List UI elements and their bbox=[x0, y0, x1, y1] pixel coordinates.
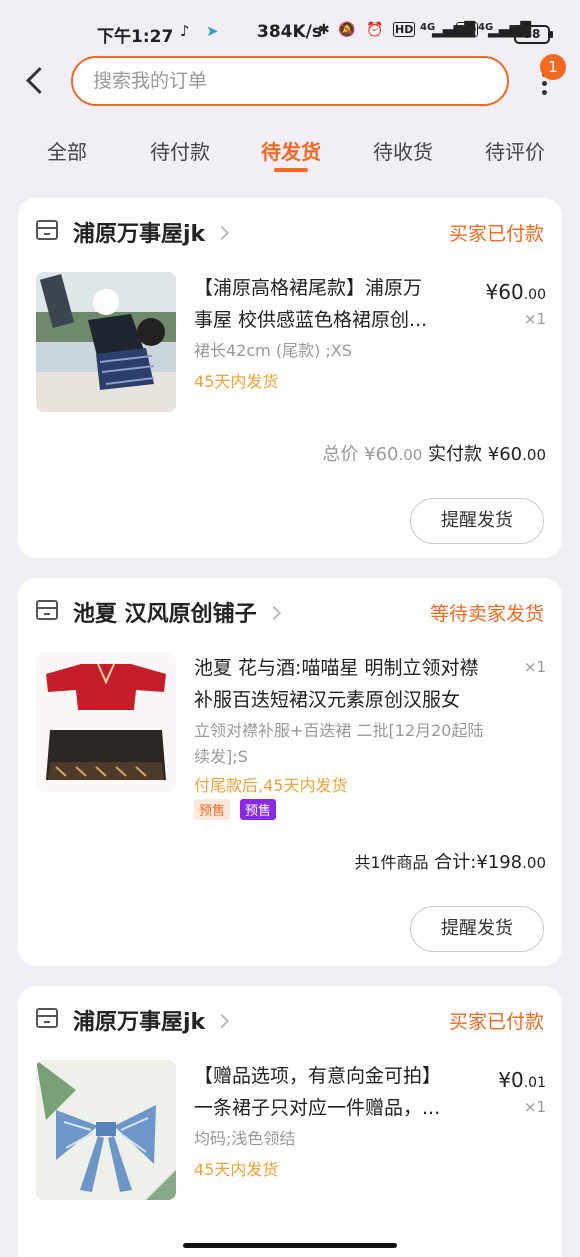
store-name: 浦原万事屋jk bbox=[73, 222, 206, 247]
product-image[interactable] bbox=[36, 1060, 176, 1200]
tab-all[interactable]: 全部 bbox=[47, 136, 87, 165]
chevron-right-icon bbox=[215, 225, 230, 241]
store-icon bbox=[36, 220, 58, 240]
store-name-link[interactable]: 浦原万事屋jk bbox=[73, 1004, 230, 1036]
chevron-right-icon bbox=[215, 1013, 230, 1029]
product-title[interactable]: 【浦原高格裙尾款】浦原万 事屋 校供感蓝色格裙原创... bbox=[194, 272, 427, 336]
status-time: 下午1:27 bbox=[97, 27, 174, 47]
tab-pending-shipment[interactable]: 待发货 bbox=[261, 136, 321, 165]
product-sku-line2: 续发];S bbox=[194, 747, 248, 766]
total-price: ¥60.00 bbox=[364, 444, 422, 465]
tab-pending-payment[interactable]: 待付款 bbox=[150, 136, 210, 165]
total-dec: .00 bbox=[522, 854, 546, 872]
order-status: 等待卖家发货 bbox=[429, 603, 544, 625]
order-card[interactable]: 浦原万事屋jk 买家已付款 【赠品选项，有意向金可拍】 一条裙子只对应一件赠品，… bbox=[18, 986, 562, 1257]
search-box[interactable] bbox=[71, 56, 509, 106]
order-tabs: 全部 待付款 待发货 待收货 待评价 bbox=[0, 128, 580, 178]
presale-tag: 预售 bbox=[194, 799, 231, 820]
back-icon[interactable] bbox=[20, 62, 50, 98]
store-name-link[interactable]: 浦原万事屋jk bbox=[73, 216, 230, 248]
product-price: ¥0.01 bbox=[498, 1068, 546, 1092]
hd-icon: HD bbox=[393, 22, 416, 37]
price-int: ¥60 bbox=[485, 280, 524, 304]
total-label: 总价 bbox=[322, 444, 359, 465]
order-totals: 共1件商品 合计:¥198.00 bbox=[354, 848, 546, 874]
top-bar: 1 bbox=[0, 54, 580, 110]
order-card[interactable]: 池夏 汉风原创铺子 等待卖家发货 池夏 花与酒:喵喵星 明制立领对襟 补服百迭短… bbox=[18, 578, 562, 966]
product-title-line2: 一条裙子只对应一件赠品，... bbox=[194, 1097, 441, 1119]
product-title[interactable]: 【赠品选项，有意向金可拍】 一条裙子只对应一件赠品，... bbox=[194, 1060, 441, 1124]
shipping-time: 45天内发货 bbox=[194, 372, 279, 391]
paid-int: ¥60 bbox=[487, 444, 523, 465]
network-speed: 384K/s bbox=[257, 22, 322, 42]
total-int: ¥198 bbox=[476, 852, 523, 873]
product-price: ¥60.00 bbox=[486, 280, 546, 304]
presale-tag-2: 预售 bbox=[240, 799, 277, 820]
store-name-link[interactable]: 池夏 汉风原创铺子 bbox=[73, 596, 281, 628]
remind-shipment-button[interactable]: 提醒发货 bbox=[410, 906, 544, 952]
mute-icon: 🔕 bbox=[338, 22, 356, 38]
product-image[interactable] bbox=[36, 652, 176, 792]
home-indicator[interactable] bbox=[183, 1243, 397, 1248]
product-title-line2: 事屋 校供感蓝色格裙原创... bbox=[194, 309, 428, 331]
paid-label: 实付款 bbox=[428, 444, 483, 465]
product-title[interactable]: 池夏 花与酒:喵喵星 明制立领对襟 补服百迭短裙汉元素原创汉服女 bbox=[194, 652, 478, 716]
order-status: 买家已付款 bbox=[448, 1011, 544, 1033]
tab-pending-review[interactable]: 待评价 bbox=[485, 136, 545, 165]
order-status: 买家已付款 bbox=[448, 223, 544, 245]
store-name: 浦原万事屋jk bbox=[73, 1010, 206, 1035]
bluetooth-icon: ✱ bbox=[318, 22, 330, 38]
hd-icon-2: HD bbox=[456, 22, 479, 37]
active-tab-indicator bbox=[274, 168, 308, 172]
order-card[interactable]: 浦原万事屋jk 买家已付款 【浦原高格裙尾款】浦原万 事屋 校供感蓝色格裙原创.… bbox=[18, 198, 562, 558]
remind-shipment-button[interactable]: 提醒发货 bbox=[410, 498, 544, 544]
status-bar: 下午1:27 ♪ ➤ 384K/s ✱ 🔕 ⏰ HD 4G ▂▄▆█ HD 4G… bbox=[0, 14, 580, 54]
total-price: ¥198.00 bbox=[476, 852, 546, 873]
product-title-line1: 【浦原高格裙尾款】浦原万 bbox=[194, 277, 423, 299]
tiktok-icon: ♪ bbox=[180, 22, 190, 40]
item-count: 共1件商品 bbox=[354, 853, 429, 872]
product-sku-line1: 立领对襟补服+百迭裙 二批[12月20起陆 bbox=[194, 721, 484, 740]
alarm-icon: ⏰ bbox=[366, 22, 384, 38]
order-totals: 总价 ¥60.00 实付款 ¥60.00 bbox=[322, 440, 546, 466]
price-dec: .01 bbox=[523, 1075, 546, 1091]
tab-pending-receipt[interactable]: 待收货 bbox=[373, 136, 433, 165]
store-icon bbox=[36, 1008, 58, 1028]
product-sku: 裙长42cm (尾款) ;XS bbox=[194, 341, 352, 360]
shipping-time: 付尾款后,45天内发货 bbox=[194, 776, 348, 795]
total-dec: .00 bbox=[398, 446, 423, 464]
product-title-line1: 【赠品选项，有意向金可拍】 bbox=[194, 1065, 442, 1087]
product-title-line1: 池夏 花与酒:喵喵星 明制立领对襟 bbox=[194, 657, 479, 679]
product-qty: ×1 bbox=[523, 310, 546, 328]
paid-price: ¥60.00 bbox=[488, 444, 546, 465]
product-qty: ×1 bbox=[523, 658, 546, 676]
price-dec: .00 bbox=[523, 287, 546, 303]
chevron-right-icon bbox=[266, 605, 281, 621]
product-sku: 均码;浅色领结 bbox=[194, 1129, 296, 1148]
store-icon bbox=[36, 600, 58, 620]
search-input[interactable] bbox=[93, 70, 493, 92]
paid-dec: .00 bbox=[522, 446, 546, 464]
total-int: ¥60 bbox=[364, 444, 399, 465]
shipping-time: 45天内发货 bbox=[194, 1160, 279, 1179]
notification-badge: 1 bbox=[540, 54, 566, 80]
battery-icon: 58 bbox=[514, 25, 553, 44]
product-title-line2: 补服百迭短裙汉元素原创汉服女 bbox=[194, 689, 461, 711]
store-name: 池夏 汉风原创铺子 bbox=[73, 602, 257, 627]
product-sku: 立领对襟补服+百迭裙 二批[12月20起陆 续发];S bbox=[194, 718, 483, 770]
telegram-icon: ➤ bbox=[206, 22, 219, 40]
product-image[interactable] bbox=[36, 272, 176, 412]
product-qty: ×1 bbox=[523, 1098, 546, 1116]
total-label: 合计: bbox=[434, 852, 477, 873]
price-int: ¥0 bbox=[498, 1068, 524, 1092]
